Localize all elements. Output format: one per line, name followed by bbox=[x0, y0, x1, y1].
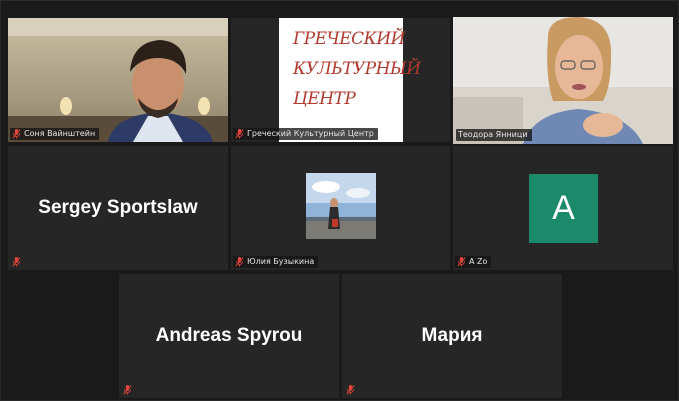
participant-tile-sonya[interactable]: Соня Вайнштейн bbox=[8, 18, 228, 142]
participant-tile-a-zo[interactable]: A A Zo bbox=[453, 146, 673, 270]
mic-muted-icon bbox=[12, 129, 21, 139]
zoom-gallery-view: Соня Вайнштейн ГРЕЧЕСКИЙ КУЛЬТУРНЫЙ ЦЕНТ… bbox=[0, 0, 679, 401]
participant-display-name: Andreas Spyrou bbox=[155, 325, 303, 346]
participant-display-name: Sergey Sportslaw bbox=[38, 197, 198, 218]
participant-tile-yulia[interactable]: Юлия Бузыкина bbox=[231, 146, 450, 270]
participant-name-tag: Теодора Янници bbox=[456, 129, 532, 141]
participant-tile-sergey[interactable]: Sergey Sportslaw bbox=[8, 146, 228, 270]
participant-name: Соня Вайнштейн bbox=[24, 129, 96, 138]
mic-muted-icon bbox=[235, 257, 244, 267]
participant-name: Юлия Бузыкина bbox=[247, 257, 315, 266]
participant-tile-greek-center[interactable]: ГРЕЧЕСКИЙ КУЛЬТУРНЫЙ ЦЕНТР Греческий Кул… bbox=[231, 18, 450, 142]
mic-muted-icon bbox=[12, 257, 21, 267]
mic-muted-icon bbox=[457, 257, 466, 267]
participant-tile-andreas[interactable]: Andreas Spyrou bbox=[119, 274, 339, 398]
participant-name-tag: Соня Вайнштейн bbox=[10, 128, 100, 140]
participant-display-name: Мария bbox=[421, 325, 483, 346]
profile-photo bbox=[306, 173, 376, 239]
participant-name-tag: Греческий Культурный Центр bbox=[233, 128, 378, 140]
mic-muted-icon bbox=[123, 385, 132, 395]
participant-tile-teodora[interactable]: Теодора Янници bbox=[453, 17, 673, 144]
greek-center-logo: ГРЕЧЕСКИЙ КУЛЬТУРНЫЙ ЦЕНТР bbox=[293, 24, 421, 114]
participant-name: Греческий Культурный Центр bbox=[247, 129, 374, 138]
participant-name-tag: A Zo bbox=[455, 256, 492, 268]
participant-name: Теодора Янници bbox=[458, 130, 528, 139]
logo-line: КУЛЬТУРНЫЙ bbox=[293, 59, 421, 79]
participant-name: A Zo bbox=[469, 257, 488, 266]
participant-video bbox=[8, 18, 228, 142]
mic-muted-icon bbox=[235, 129, 244, 139]
logo-line: ЦЕНТР bbox=[293, 89, 356, 109]
logo-line: ГРЕЧЕСКИЙ bbox=[293, 29, 405, 49]
participant-video bbox=[453, 17, 673, 144]
avatar: A bbox=[529, 174, 598, 243]
mic-muted-icon bbox=[346, 385, 355, 395]
participant-name-tag: Юлия Бузыкина bbox=[233, 256, 319, 268]
participant-tile-maria[interactable]: Мария bbox=[342, 274, 562, 398]
